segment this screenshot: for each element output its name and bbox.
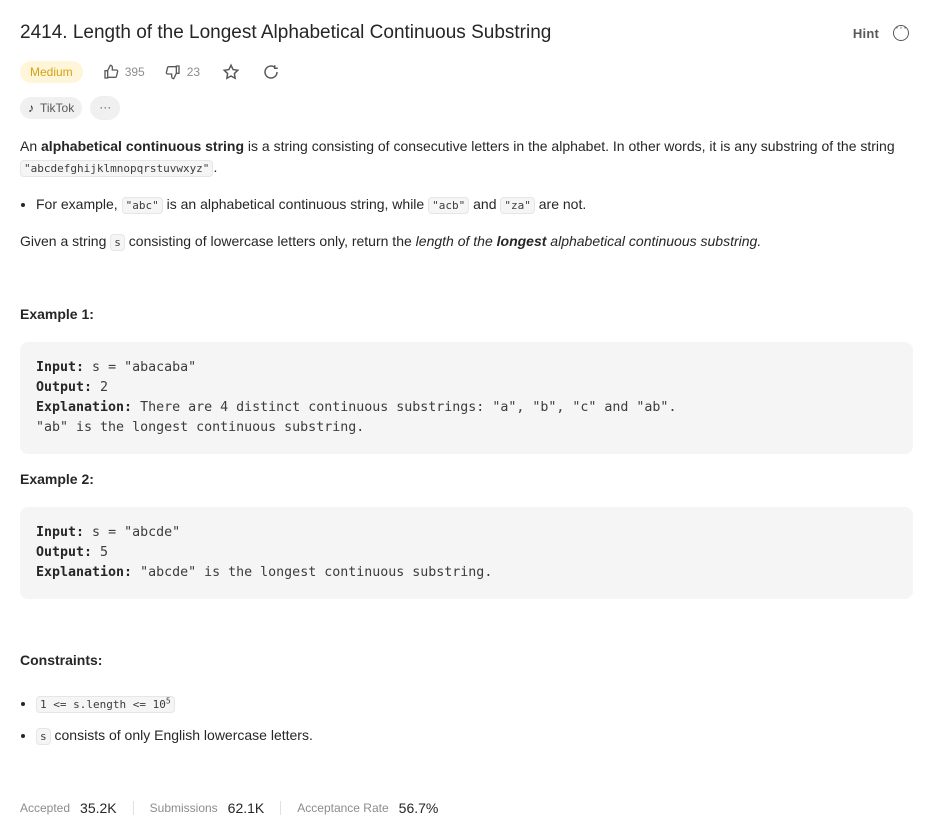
constraints-label: Constraints: — [20, 652, 103, 668]
example-2-label: Example 2: — [20, 471, 94, 487]
example-1-block: Input: s = "abacaba" Output: 2 Explanati… — [20, 342, 913, 454]
tiktok-icon: ♪ — [28, 101, 34, 115]
divider — [280, 801, 282, 815]
share-button[interactable] — [262, 63, 280, 81]
like-button[interactable]: 395 — [103, 64, 145, 80]
meta-row: Medium 395 23 — [20, 59, 280, 85]
accepted-value: 35.2K — [80, 800, 117, 816]
dislike-button[interactable]: 23 — [165, 64, 200, 80]
example-input: Input: s = "abcde" — [36, 525, 181, 540]
dislike-count: 23 — [186, 65, 201, 79]
example-1-label: Example 1: — [20, 306, 94, 322]
example-explanation: Explanation: There are 4 distinct contin… — [36, 400, 677, 415]
stats-bar: Accepted 35.2K Submissions 62.1K Accepta… — [20, 797, 438, 819]
inline-code: "abcdefghijklmnopqrstuvwxyz" — [20, 160, 214, 177]
problem-title: 2414. Length of the Longest Alphabetical… — [20, 22, 552, 43]
example-input: Input: s = "abacaba" — [36, 360, 197, 375]
divider — [132, 801, 134, 815]
submissions-value: 62.1K — [227, 800, 265, 816]
example-output: Output: 2 — [36, 380, 109, 395]
list-item: For example, "abc" is an alphabetical co… — [36, 194, 915, 216]
example-explanation-cont: "ab" is the longest continuous substring… — [36, 420, 365, 435]
constraints-list: 1 <= s.length <= 105 s consists of only … — [20, 690, 916, 757]
example-output: Output: 5 — [36, 545, 109, 560]
acceptance-rate-value: 56.7% — [398, 800, 439, 816]
description-bullets: For example, "abc" is an alphabetical co… — [20, 194, 915, 216]
tag-tiktok[interactable]: ♪ TikTok — [20, 97, 83, 119]
constraint-item: s consists of only English lowercase let… — [36, 725, 916, 747]
description-paragraph-1: An alphabetical continuous string is a s… — [20, 138, 895, 177]
thumbs-up-icon — [104, 64, 119, 79]
more-options-icon[interactable] — [893, 20, 909, 41]
problem-header: 2414. Length of the Longest Alphabetical… — [20, 20, 913, 50]
favorite-button[interactable] — [222, 63, 240, 81]
description-paragraph-2: Given a string s consisting of lowercase… — [20, 233, 762, 251]
difficulty-badge: Medium — [20, 61, 83, 83]
like-count: 395 — [124, 65, 145, 79]
acceptance-rate-label: Acceptance Rate — [297, 801, 389, 815]
more-tags-button[interactable]: ··· — [90, 96, 121, 120]
example-explanation: Explanation: "abcde" is the longest cont… — [36, 565, 493, 580]
submissions-label: Submissions — [149, 801, 218, 815]
problem-description: An alphabetical continuous string is a s… — [20, 136, 915, 253]
company-tags: ♪ TikTok ··· — [20, 96, 121, 120]
tag-label: TikTok — [40, 101, 75, 115]
refresh-share-icon — [264, 65, 278, 79]
example-2-block: Input: s = "abcde" Output: 5 Explanation… — [20, 507, 913, 599]
hint-button[interactable]: Hint — [853, 26, 879, 41]
accepted-label: Accepted — [20, 801, 71, 815]
thumbs-down-icon — [165, 65, 180, 80]
constraint-item: 1 <= s.length <= 105 — [36, 690, 916, 715]
star-icon — [222, 63, 240, 80]
